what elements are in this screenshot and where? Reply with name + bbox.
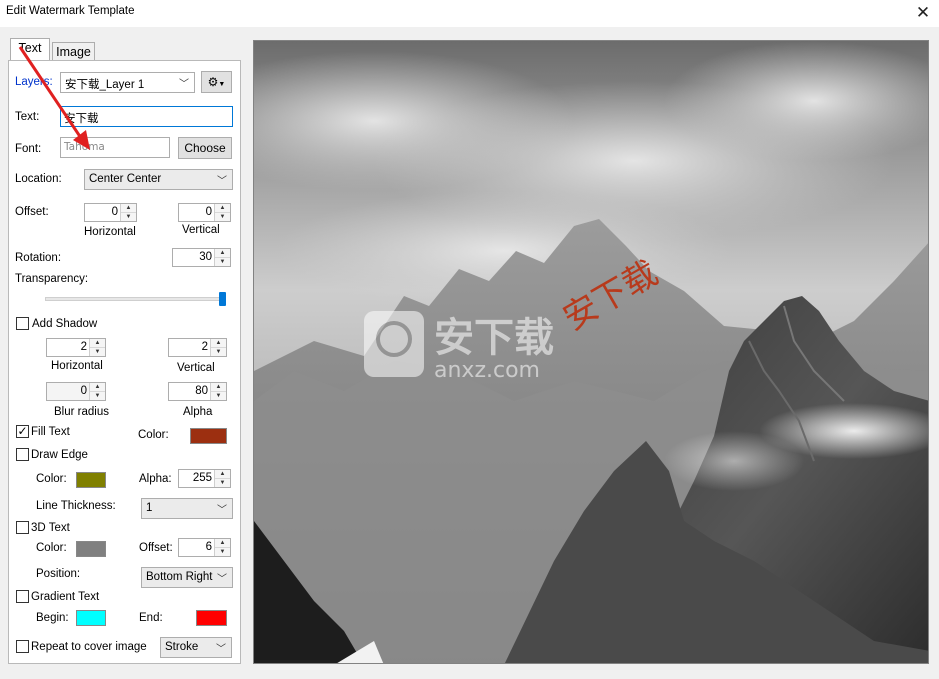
red-annotation-arrow bbox=[18, 46, 90, 150]
